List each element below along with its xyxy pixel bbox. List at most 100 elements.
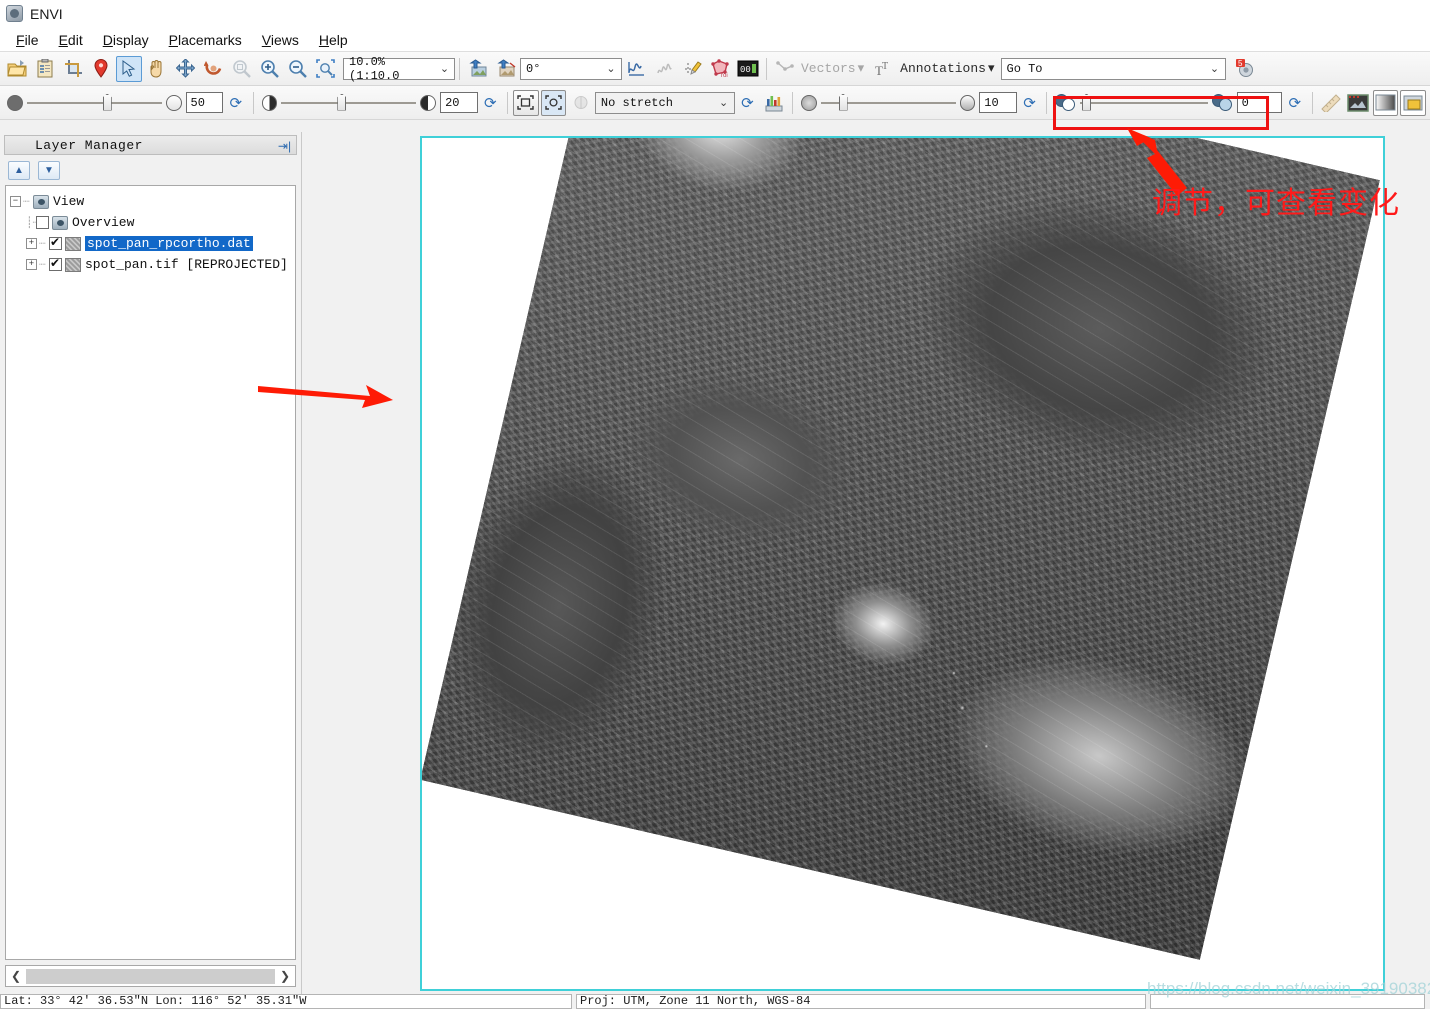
- toolbar-separator: [459, 58, 460, 80]
- sharpen-value-input[interactable]: 10: [979, 92, 1016, 113]
- chevron-down-icon: ⌄: [1207, 62, 1223, 76]
- rotation-combo[interactable]: 0° ⌄: [520, 58, 622, 80]
- layer-item-label: Overview: [72, 215, 134, 230]
- expand-icon[interactable]: +: [26, 259, 37, 270]
- spectral-profile-icon[interactable]: [623, 56, 649, 82]
- brightness-slider[interactable]: [27, 92, 162, 114]
- stretch-on-full-icon[interactable]: [541, 90, 567, 116]
- transparency-reset-icon[interactable]: ⟳: [1285, 93, 1305, 113]
- menu-placemarks[interactable]: Placemarks: [159, 30, 252, 50]
- contrast-value-input[interactable]: 20: [440, 92, 477, 113]
- tree-connector: ┈: [39, 258, 49, 272]
- layer-order-tools: ▲ ▼: [0, 155, 301, 185]
- scroll-right-icon[interactable]: ❯: [277, 969, 293, 983]
- brightness-low-icon: [7, 95, 23, 111]
- portal-flicker-icon[interactable]: [1400, 90, 1426, 116]
- raster-layer-icon: [65, 237, 81, 251]
- placemark-pin-icon[interactable]: [88, 56, 114, 82]
- roi-tool-icon[interactable]: roi: [707, 56, 733, 82]
- transparency-slider[interactable]: [1080, 92, 1208, 114]
- rotation-value: 0°: [526, 62, 540, 76]
- menu-edit[interactable]: Edit: [49, 30, 93, 50]
- image-display-icon[interactable]: [1345, 90, 1371, 116]
- go-to-input[interactable]: Go To ⌄: [1001, 58, 1226, 80]
- title-bar: ENVI: [0, 0, 1430, 28]
- histogram-icon[interactable]: [761, 90, 787, 116]
- zoom-level-value: 10.0% (1:10.0: [349, 55, 437, 83]
- toolbar-separator: [792, 92, 793, 114]
- active-view-frame[interactable]: [420, 136, 1385, 991]
- annotations-chevron-down-icon[interactable]: ▾: [988, 61, 995, 76]
- stretch-reset-icon[interactable]: ⟳: [738, 93, 758, 113]
- status-coordinates: Lat: 33° 42' 36.53"N Lon: 116° 52' 35.31…: [0, 994, 572, 1009]
- menu-file[interactable]: FFileile: [6, 30, 49, 50]
- measure-ruler-icon: [1318, 90, 1344, 116]
- chevron-down-icon: ⌄: [437, 62, 452, 76]
- brightness-reset-icon[interactable]: ⟳: [226, 93, 246, 113]
- clipboard-icon[interactable]: [32, 56, 58, 82]
- sharpen-slider[interactable]: [821, 92, 956, 114]
- layer-tree-root[interactable]: − ┈ View: [10, 191, 291, 212]
- annotations-icon: T T: [871, 56, 897, 82]
- vectors-icon: [772, 56, 798, 82]
- move-layer-up-icon[interactable]: ▲: [8, 161, 30, 180]
- move-crosshair-icon[interactable]: [172, 56, 198, 82]
- open-file-icon[interactable]: [4, 56, 30, 82]
- menu-help[interactable]: Help: [309, 30, 358, 50]
- scroll-left-icon[interactable]: ❮: [8, 969, 24, 983]
- preferences-gear-icon[interactable]: 5: [1232, 56, 1258, 82]
- raster-canvas[interactable]: [422, 138, 1383, 989]
- layer-item-spot-pan-rpcortho[interactable]: + ┈ spot_pan_rpcortho.dat: [10, 233, 291, 254]
- layer-panel-scrollbar[interactable]: ❮ ❯: [5, 965, 296, 987]
- chevron-down-icon: ⌄: [603, 62, 619, 76]
- zoom-out-icon[interactable]: [284, 56, 310, 82]
- toolbar-separator: [253, 92, 254, 114]
- layer-tree-root-label: View: [53, 194, 84, 209]
- select-cursor-icon[interactable]: [116, 56, 142, 82]
- layer-item-spot-pan-tif[interactable]: + ┈ spot_pan.tif [REPROJECTED]: [10, 254, 291, 275]
- layer-tree[interactable]: − ┈ View ┊┈ Overview + ┈ spot_pan_rpcort…: [5, 185, 296, 960]
- band-math-icon[interactable]: 00: [735, 56, 761, 82]
- contrast-reset-icon[interactable]: ⟳: [481, 93, 501, 113]
- raster-layer-icon: [65, 258, 81, 272]
- layer-manager-title: Layer Manager: [35, 138, 143, 153]
- tree-connector: ┊┈: [26, 216, 36, 230]
- expand-icon[interactable]: +: [26, 238, 37, 249]
- envi-application-window: ENVI FFileile Edit Display Placemarks Vi…: [0, 0, 1430, 1009]
- pixel-locator-icon[interactable]: [679, 56, 705, 82]
- toolbar-separator: [1312, 92, 1313, 114]
- layer-visibility-checkbox[interactable]: [36, 216, 49, 229]
- scrollbar-thumb[interactable]: [26, 969, 275, 984]
- svg-text:00: 00: [740, 65, 751, 75]
- blend-layers-icon[interactable]: [1373, 90, 1399, 116]
- menu-display[interactable]: Display: [93, 30, 159, 50]
- layer-item-label: spot_pan.tif [REPROJECTED]: [85, 257, 288, 272]
- view-eye-icon: [33, 195, 49, 209]
- transparency-low-icon: [1055, 94, 1076, 111]
- transparency-value-input[interactable]: 0: [1237, 92, 1282, 113]
- pan-hand-icon[interactable]: [144, 56, 170, 82]
- move-layer-down-icon[interactable]: ▼: [38, 161, 60, 180]
- flicker-blend-icon[interactable]: [493, 56, 519, 82]
- collapse-icon[interactable]: −: [10, 196, 21, 207]
- zoom-in-icon[interactable]: [256, 56, 282, 82]
- sharpen-reset-icon[interactable]: ⟳: [1020, 93, 1040, 113]
- stretch-on-view-icon[interactable]: [513, 90, 539, 116]
- layer-item-overview[interactable]: ┊┈ Overview: [10, 212, 291, 233]
- layer-visibility-checkbox[interactable]: [49, 258, 62, 271]
- brightness-value-input[interactable]: 50: [186, 92, 223, 113]
- vectors-label[interactable]: Vectors: [801, 61, 856, 76]
- vectors-chevron-down-icon[interactable]: ▾: [858, 61, 865, 76]
- flicker-up-icon[interactable]: [465, 56, 491, 82]
- layer-visibility-checkbox[interactable]: [49, 237, 62, 250]
- zoom-select-icon[interactable]: [312, 56, 338, 82]
- annotations-label[interactable]: Annotations: [900, 61, 986, 76]
- stretch-mode-combo[interactable]: No stretch ⌄: [595, 92, 735, 114]
- menu-views[interactable]: Views: [252, 30, 309, 50]
- contrast-slider[interactable]: [281, 92, 416, 114]
- zoom-level-combo[interactable]: 10.0% (1:10.0 ⌄: [343, 58, 455, 80]
- pin-panel-icon[interactable]: ⇥|: [277, 138, 292, 153]
- rotate-icon[interactable]: [200, 56, 226, 82]
- crop-icon[interactable]: [60, 56, 86, 82]
- tree-connector: ┈: [39, 237, 49, 251]
